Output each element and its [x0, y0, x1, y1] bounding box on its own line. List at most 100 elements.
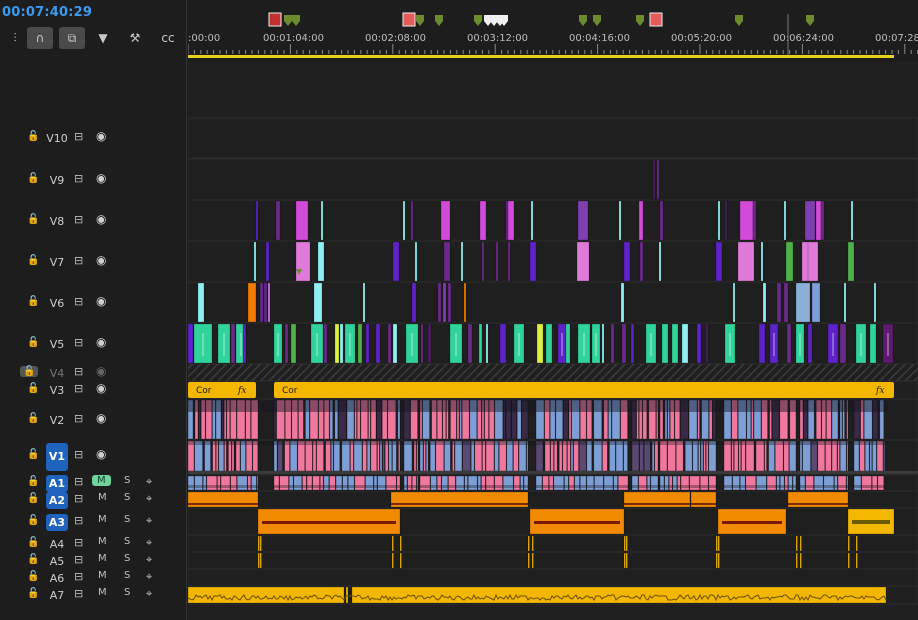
video-clip[interactable] — [631, 440, 640, 472]
waveform[interactable] — [279, 485, 289, 488]
video-clip[interactable] — [485, 440, 495, 472]
waveform[interactable] — [852, 520, 890, 524]
video-clip[interactable] — [869, 323, 877, 364]
video-clip[interactable] — [873, 282, 877, 323]
video-clip[interactable] — [869, 440, 873, 472]
waveform[interactable] — [342, 485, 348, 488]
track-name[interactable]: V4 — [46, 365, 68, 382]
snap-magnet-icon[interactable]: ∩ — [27, 27, 53, 49]
clip-shade[interactable] — [188, 441, 888, 445]
video-clip[interactable] — [370, 440, 378, 472]
waveform[interactable] — [441, 485, 448, 488]
video-clip[interactable] — [224, 440, 227, 472]
video-clip[interactable] — [760, 241, 764, 282]
ruler-label[interactable]: :00:00 — [188, 33, 220, 44]
clips-canvas[interactable]: Cor fx Cor fx — [187, 62, 918, 620]
video-clip[interactable] — [295, 241, 311, 282]
video-clip[interactable] — [553, 440, 558, 472]
audio-clip[interactable] — [623, 535, 626, 552]
video-clip[interactable] — [382, 440, 385, 472]
video-clip[interactable] — [530, 200, 534, 241]
video-clip[interactable] — [247, 282, 257, 323]
lock-icon[interactable]: 🔓 — [27, 493, 39, 504]
video-clip[interactable] — [758, 323, 766, 364]
fx-badge[interactable]: fx — [875, 386, 884, 396]
video-clip[interactable] — [411, 282, 417, 323]
video-clip[interactable] — [535, 440, 544, 472]
lock-icon[interactable]: 🔓 — [27, 476, 39, 487]
ruler-label[interactable]: 00:04:16:00 — [569, 33, 630, 44]
audio-clip[interactable] — [345, 586, 349, 604]
video-clip[interactable] — [334, 323, 340, 364]
video-clip[interactable] — [485, 323, 489, 364]
waveform[interactable] — [689, 485, 700, 488]
waveform[interactable] — [793, 485, 796, 488]
waveform[interactable] — [664, 485, 669, 488]
video-clip[interactable] — [807, 241, 819, 282]
video-clip[interactable] — [313, 282, 323, 323]
audio-clip[interactable] — [715, 552, 718, 569]
video-clip[interactable] — [610, 323, 615, 364]
waveform[interactable] — [217, 485, 221, 488]
video-clip[interactable] — [745, 440, 755, 472]
waveform[interactable] — [594, 485, 604, 488]
waveform[interactable] — [776, 485, 780, 488]
waveform[interactable] — [289, 485, 294, 488]
fx-badge[interactable]: fx — [237, 386, 246, 396]
video-clip[interactable] — [350, 440, 354, 472]
video-clip[interactable] — [330, 440, 334, 472]
audio-clip[interactable] — [623, 552, 626, 569]
eye-toggle-icon[interactable]: ◉ — [96, 447, 106, 461]
video-clip[interactable] — [839, 440, 847, 472]
video-clip[interactable] — [795, 282, 811, 323]
video-clip[interactable] — [197, 282, 205, 323]
video-clip[interactable] — [312, 440, 317, 472]
video-clip[interactable] — [739, 200, 754, 241]
eye-toggle-icon[interactable]: ◉ — [96, 253, 106, 267]
audio-clip[interactable] — [399, 552, 402, 569]
video-clip[interactable] — [593, 440, 603, 472]
video-clip[interactable] — [864, 440, 870, 472]
video-clip[interactable] — [462, 440, 471, 472]
ruler-label[interactable]: 00:05:20:00 — [671, 33, 732, 44]
track-name[interactable]: A7 — [46, 587, 68, 604]
waveform[interactable] — [536, 485, 542, 488]
adjustment-clip[interactable] — [274, 382, 894, 398]
video-clip[interactable] — [518, 440, 527, 472]
track-name[interactable]: A3 — [46, 514, 68, 531]
video-clip[interactable] — [194, 440, 203, 472]
waveform[interactable] — [722, 521, 782, 524]
waveform[interactable] — [524, 485, 528, 488]
video-clip[interactable] — [724, 200, 728, 241]
sync-lock-icon[interactable]: ⊟ — [74, 570, 83, 583]
add-marker-icon[interactable]: ▼ — [90, 27, 116, 49]
work-area-bar[interactable] — [188, 55, 894, 58]
track-name[interactable]: V2 — [46, 412, 68, 429]
waveform[interactable] — [740, 485, 746, 488]
video-clip[interactable] — [470, 440, 475, 472]
video-clip[interactable] — [752, 200, 757, 241]
sync-lock-icon[interactable]: ⊟ — [74, 295, 83, 308]
video-clip[interactable] — [785, 241, 794, 282]
video-clip[interactable] — [413, 440, 417, 472]
marker[interactable] — [284, 15, 292, 26]
solo-button[interactable]: S — [124, 475, 130, 486]
video-clip[interactable] — [425, 440, 429, 472]
waveform[interactable] — [691, 503, 716, 505]
video-clip[interactable] — [618, 200, 622, 241]
video-clip[interactable] — [215, 440, 219, 472]
voice-over-mic-icon[interactable]: ⌖ — [146, 570, 152, 584]
sync-lock-icon[interactable]: ⊟ — [74, 536, 83, 549]
track-lane-a4[interactable] — [187, 534, 918, 553]
waveform[interactable] — [618, 485, 628, 488]
video-clip[interactable] — [732, 282, 736, 323]
marker[interactable] — [268, 12, 282, 27]
video-clip[interactable] — [545, 323, 553, 364]
audio-clip[interactable] — [259, 552, 262, 569]
waveform[interactable] — [194, 485, 203, 488]
audio-clip[interactable] — [847, 552, 850, 569]
video-clip[interactable] — [639, 241, 644, 282]
waveform[interactable] — [788, 485, 793, 488]
mute-button[interactable]: M — [98, 492, 107, 503]
waveform[interactable] — [274, 485, 279, 488]
